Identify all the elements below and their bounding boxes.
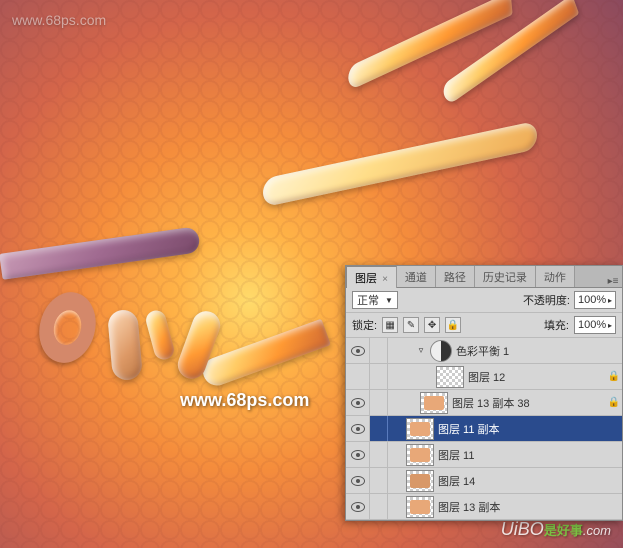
layer-thumbnail: [406, 418, 434, 440]
layer-name-label: 图层 13 副本 38: [452, 395, 606, 411]
lock-pixels-button[interactable]: ✎: [403, 317, 419, 333]
layer-thumbnail: [406, 444, 434, 466]
layer-row[interactable]: 图层 11: [346, 442, 622, 468]
canvas-area: www.68ps.com www.68ps.com PS UiBO是好事.com…: [0, 0, 623, 548]
eye-icon: [351, 450, 365, 460]
lock-fill-row: 锁定: ▦ ✎ ✥ 🔒 填充: 100% ▸: [346, 313, 622, 338]
fold-arrow-icon[interactable]: ▿: [416, 345, 426, 356]
visibility-toggle[interactable]: [346, 494, 370, 519]
visibility-toggle[interactable]: [346, 468, 370, 493]
blend-opacity-row: 正常 ▼ 不透明度: 100% ▸: [346, 288, 622, 313]
logo-suffix: .com: [583, 523, 611, 538]
blend-mode-select[interactable]: 正常 ▼: [352, 291, 398, 309]
watermark-top-left: www.68ps.com: [12, 12, 106, 28]
layer-row[interactable]: 图层 12🔒: [346, 364, 622, 390]
layer-row[interactable]: 图层 11 副本: [346, 416, 622, 442]
fill-label: 填充:: [544, 317, 569, 333]
logo-cn: 是好事: [544, 523, 583, 538]
artwork-stroke: [107, 309, 143, 381]
layer-name-label: 色彩平衡 1: [456, 343, 606, 359]
layer-name-label: 图层 13 副本: [438, 499, 606, 515]
blend-mode-value: 正常: [357, 292, 379, 308]
lock-icon: 🔒: [606, 397, 622, 408]
tab-layers[interactable]: 图层 ×: [346, 266, 397, 288]
eye-icon: [351, 476, 365, 486]
lock-icon: 🔒: [606, 371, 622, 382]
layer-thumbnail: [406, 496, 434, 518]
chevron-right-icon: ▸: [608, 321, 612, 330]
link-column: [370, 416, 388, 441]
visibility-toggle[interactable]: [346, 442, 370, 467]
visibility-toggle[interactable]: [346, 364, 370, 389]
tab-paths[interactable]: 路径: [436, 266, 475, 287]
layer-thumbnail: [436, 366, 464, 388]
tab-close-icon[interactable]: ×: [382, 274, 388, 285]
lock-transparency-button[interactable]: ▦: [382, 317, 398, 333]
link-column: [370, 390, 388, 415]
fill-input[interactable]: 100% ▸: [574, 316, 616, 334]
link-column: [370, 338, 388, 363]
tab-label: 图层: [355, 273, 377, 285]
layer-name-label: 图层 11: [438, 447, 606, 463]
link-column: [370, 494, 388, 519]
layer-thumbnail: [406, 470, 434, 492]
eye-icon: [351, 346, 365, 356]
lock-position-button[interactable]: ✥: [424, 317, 440, 333]
layer-row[interactable]: ▿ 色彩平衡 1: [346, 338, 622, 364]
watermark-center: www.68ps.com: [180, 390, 309, 411]
layer-name-label: 图层 14: [438, 473, 606, 489]
visibility-toggle[interactable]: [346, 390, 370, 415]
tab-history[interactable]: 历史记录: [475, 266, 536, 287]
eye-icon: [351, 424, 365, 434]
watermark-bottom-right: UiBO是好事.com: [501, 519, 611, 540]
tab-channels[interactable]: 通道: [397, 266, 436, 287]
link-column: [370, 364, 388, 389]
logo-text: UiBO: [501, 519, 544, 539]
layer-row[interactable]: 图层 13 副本 38🔒: [346, 390, 622, 416]
layers-panel: 图层 × 通道 路径 历史记录 动作 ▸≡ 正常 ▼ 不透明度: 100% ▸ …: [345, 265, 623, 521]
lock-all-button[interactable]: 🔒: [445, 317, 461, 333]
opacity-input[interactable]: 100% ▸: [574, 291, 616, 309]
panel-tabs: 图层 × 通道 路径 历史记录 动作 ▸≡: [346, 266, 622, 288]
tab-actions[interactable]: 动作: [536, 266, 575, 287]
visibility-toggle[interactable]: [346, 338, 370, 363]
layer-row[interactable]: 图层 13 副本: [346, 494, 622, 520]
layer-name-label: 图层 12: [468, 369, 606, 385]
chevron-down-icon: ▼: [385, 296, 393, 305]
adjustment-layer-icon: [430, 340, 452, 362]
link-column: [370, 442, 388, 467]
opacity-label: 不透明度:: [523, 292, 570, 308]
link-column: [370, 468, 388, 493]
eye-icon: [351, 398, 365, 408]
layers-list: ▿色彩平衡 1图层 12🔒图层 13 副本 38🔒图层 11 副本图层 11图层…: [346, 338, 622, 520]
lock-label: 锁定:: [352, 317, 377, 333]
panel-menu-button[interactable]: ▸≡: [604, 273, 622, 287]
opacity-value: 100%: [578, 294, 606, 306]
eye-icon: [351, 502, 365, 512]
layer-thumbnail: [420, 392, 448, 414]
chevron-right-icon: ▸: [608, 296, 612, 305]
layer-name-label: 图层 11 副本: [438, 421, 606, 437]
fill-value: 100%: [578, 319, 606, 331]
visibility-toggle[interactable]: [346, 416, 370, 441]
layer-row[interactable]: 图层 14: [346, 468, 622, 494]
